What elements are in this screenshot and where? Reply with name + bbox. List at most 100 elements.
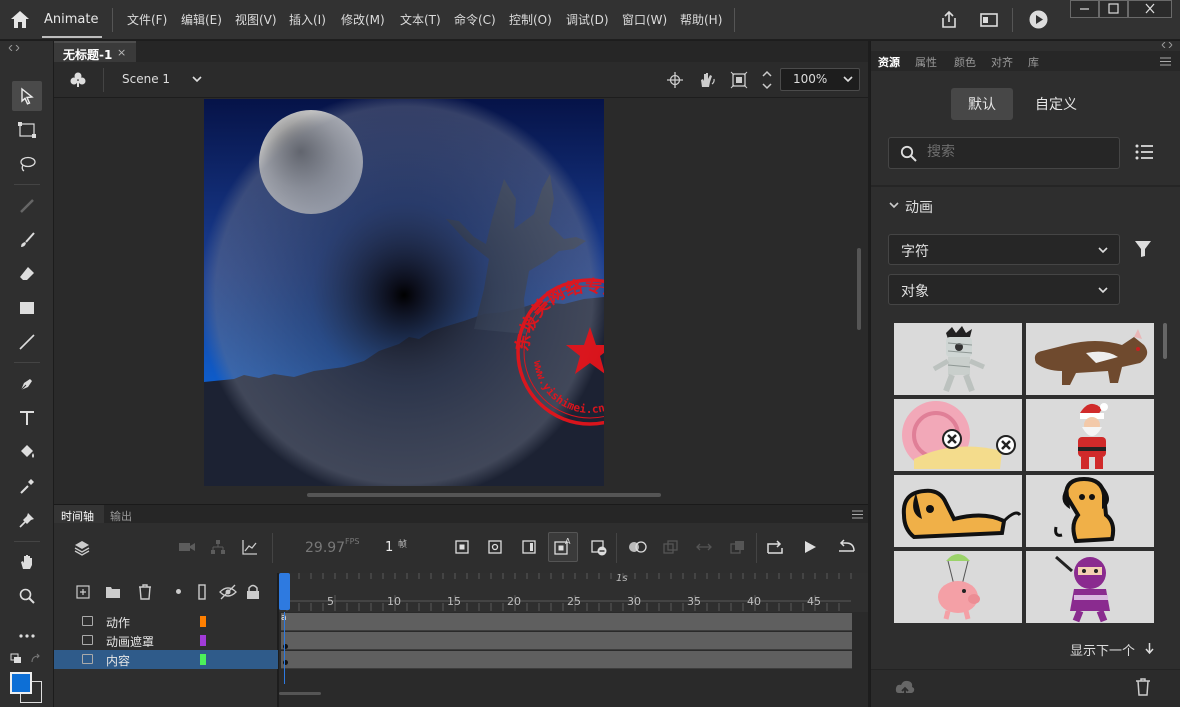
rectangle-tool-icon[interactable] — [12, 293, 42, 323]
frame-row[interactable] — [281, 632, 852, 650]
cloud-upload-icon[interactable] — [895, 679, 915, 697]
layer-parenting-icon[interactable] — [210, 539, 226, 555]
highlight-layers-icon[interactable] — [176, 589, 181, 594]
trash-icon[interactable] — [1135, 678, 1151, 696]
playhead[interactable] — [279, 573, 290, 610]
document-tab[interactable]: 无标题-1 × — [54, 41, 136, 62]
new-layer-icon[interactable] — [76, 585, 90, 599]
camera-icon[interactable] — [178, 540, 196, 554]
fps-value[interactable]: 29.97 — [305, 540, 345, 556]
free-transform-tool-icon[interactable] — [12, 115, 42, 145]
section-title[interactable]: 动画 — [905, 197, 933, 217]
zoom-tool-icon[interactable] — [12, 581, 42, 611]
scene-dropdown-chevron-icon[interactable] — [191, 74, 203, 84]
frame-row[interactable] — [281, 651, 852, 669]
home-icon[interactable] — [8, 8, 32, 32]
rotate-stage-icon[interactable] — [698, 71, 716, 89]
menu-edit[interactable]: 编辑(E) — [181, 11, 222, 28]
graph-icon[interactable] — [242, 539, 258, 555]
tab-assets[interactable]: 资源 — [878, 54, 900, 70]
insert-keyframe-icon[interactable] — [455, 540, 469, 554]
paste-frames-icon[interactable] — [730, 540, 746, 554]
paint-bucket-tool-icon[interactable] — [12, 437, 42, 467]
maximize-button[interactable] — [1099, 0, 1128, 18]
edit-symbols-icon[interactable] — [68, 70, 88, 90]
lasso-tool-icon[interactable] — [12, 149, 42, 179]
segment-custom[interactable]: 自定义 — [1019, 88, 1093, 120]
search-field[interactable] — [888, 137, 1120, 169]
category-dropdown[interactable]: 字符 — [888, 234, 1120, 265]
panel-collapse-icon[interactable] — [1161, 42, 1173, 48]
swap-colors-icon[interactable] — [30, 653, 42, 665]
subcategory-dropdown[interactable]: 对象 — [888, 274, 1120, 305]
brush-tool-icon[interactable] — [12, 225, 42, 255]
bone-tool-icon[interactable] — [12, 191, 42, 221]
asset-thumbnail-snail[interactable] — [894, 399, 1022, 471]
close-tab-icon[interactable]: × — [117, 46, 126, 59]
list-view-icon[interactable] — [1135, 144, 1153, 160]
auto-keyframe-button[interactable]: A — [548, 532, 578, 562]
asset-thumbnail-wolf[interactable] — [1026, 323, 1154, 395]
more-tools-icon[interactable] — [12, 621, 42, 651]
close-window-button[interactable] — [1128, 0, 1172, 18]
timeline-ruler[interactable]: 1s 5 10 15 20 25 30 35 40 45 — [279, 573, 868, 612]
minimize-button[interactable] — [1070, 0, 1099, 18]
menu-debug[interactable]: 调试(D) — [566, 11, 609, 28]
text-tool-icon[interactable] — [12, 403, 42, 433]
new-folder-icon[interactable] — [105, 585, 121, 599]
center-stage-icon[interactable] — [666, 71, 684, 89]
tab-align[interactable]: 对齐 — [991, 54, 1013, 70]
onion-skin-icon[interactable] — [628, 540, 648, 554]
asset-thumbnail-dog-lying[interactable] — [894, 475, 1022, 547]
section-chevron-icon[interactable] — [888, 200, 900, 210]
arrow-down-icon[interactable] — [1145, 643, 1154, 654]
lock-layers-icon[interactable] — [246, 584, 260, 600]
stage-vertical-scrollbar[interactable] — [857, 248, 861, 330]
menu-control[interactable]: 控制(O) — [509, 11, 552, 28]
remove-frame-icon[interactable] — [591, 540, 607, 556]
frame-row[interactable] — [281, 613, 852, 631]
timeline-horizontal-scrollbar[interactable] — [279, 692, 321, 695]
selection-tool-icon[interactable] — [12, 81, 42, 111]
clip-content-icon[interactable] — [730, 71, 748, 89]
insert-blank-keyframe-icon[interactable] — [488, 540, 502, 554]
default-colors-icon[interactable] — [10, 653, 24, 665]
center-frame-icon[interactable] — [696, 540, 712, 554]
scene-name[interactable]: Scene 1 — [122, 72, 170, 86]
stage-horizontal-scrollbar[interactable] — [307, 493, 661, 497]
tab-color[interactable]: 颜色 — [954, 54, 976, 70]
layer-row[interactable]: 内容 — [54, 650, 278, 669]
tab-library[interactable]: 库 — [1028, 54, 1039, 70]
layer-row[interactable]: 动作 — [54, 612, 278, 631]
thumbnails-scrollbar[interactable] — [1163, 323, 1167, 359]
stage-canvas[interactable]: 东坡美网络专用章 www.yishimei.cn — [204, 99, 604, 486]
panel-collapse-icon[interactable] — [8, 45, 20, 51]
asset-thumbnail-santa[interactable] — [1026, 399, 1154, 471]
panel-menu-icon[interactable] — [1160, 57, 1171, 66]
pen-tool-icon[interactable] — [12, 369, 42, 399]
tab-output[interactable]: 输出 — [110, 508, 132, 524]
menu-window[interactable]: 窗口(W) — [622, 11, 667, 28]
layer-color-swatch[interactable] — [200, 635, 206, 646]
layer-color-swatch[interactable] — [200, 654, 206, 665]
asset-thumbnail-mummy[interactable] — [894, 323, 1022, 395]
eraser-tool-icon[interactable] — [12, 259, 42, 289]
zoom-dropdown-chevron-icon[interactable] — [842, 74, 854, 84]
hand-tool-icon[interactable] — [12, 547, 42, 577]
menu-file[interactable]: 文件(F) — [127, 11, 167, 28]
timeline-menu-icon[interactable] — [852, 510, 863, 519]
layer-row[interactable]: 动画遮罩 — [54, 631, 278, 650]
menu-text[interactable]: 文本(T) — [400, 11, 441, 28]
layers-icon[interactable] — [74, 540, 90, 556]
segment-default[interactable]: 默认 — [951, 88, 1013, 120]
eyedropper-tool-icon[interactable] — [12, 471, 42, 501]
test-movie-play-icon[interactable] — [1028, 9, 1049, 30]
asset-thumbnail-dog-sitting[interactable] — [1026, 475, 1154, 547]
edit-multiple-frames-icon[interactable] — [663, 540, 679, 554]
delete-layer-icon[interactable] — [137, 584, 153, 600]
menu-modify[interactable]: 修改(M) — [341, 11, 385, 28]
line-tool-icon[interactable] — [12, 327, 42, 357]
asset-thumbnail-ninja[interactable] — [1026, 551, 1154, 623]
current-frame-value[interactable]: 1 — [385, 540, 393, 555]
pin-tool-icon[interactable] — [12, 505, 42, 535]
